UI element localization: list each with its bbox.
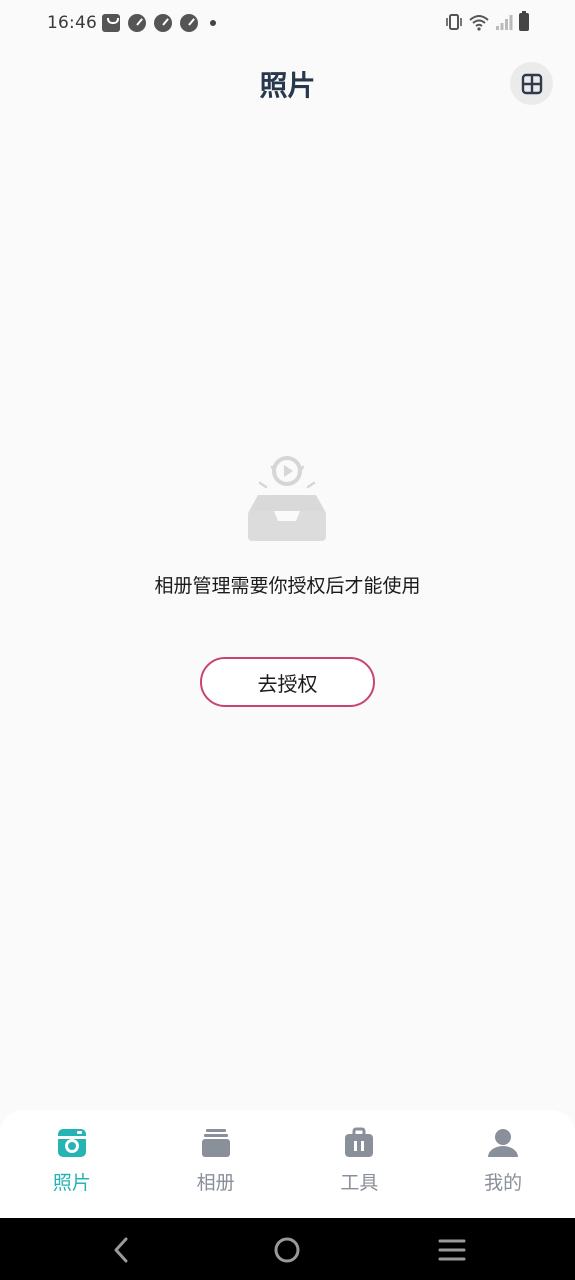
tab-photos[interactable]: 照片 (0, 1110, 144, 1218)
notification-icons (102, 14, 216, 32)
tab-albums[interactable]: 相册 (144, 1110, 288, 1218)
empty-state-message: 相册管理需要你授权后才能使用 (154, 575, 421, 597)
profile-icon (486, 1126, 520, 1160)
tab-label: 工具 (340, 1172, 379, 1194)
toolbox-icon (342, 1126, 376, 1160)
vibrate-icon (446, 14, 462, 30)
bag-icon (102, 14, 120, 32)
system-icons (445, 11, 529, 31)
signal-icon (496, 15, 513, 30)
camera-icon (55, 1126, 89, 1160)
status-bar: 16:46 (0, 0, 575, 48)
empty-tray-icon (246, 453, 328, 543)
authorize-button[interactable]: 去授权 (200, 657, 375, 707)
tab-tools[interactable]: 工具 (288, 1110, 432, 1218)
tab-label: 我的 (484, 1172, 523, 1194)
tab-profile[interactable]: 我的 (431, 1110, 575, 1218)
battery-icon (519, 11, 529, 31)
back-button[interactable] (107, 1235, 137, 1265)
tab-label: 相册 (196, 1172, 235, 1194)
wifi-icon (469, 15, 489, 31)
layout-toggle-button[interactable] (510, 62, 553, 105)
home-button[interactable] (272, 1235, 302, 1265)
back-icon (114, 1237, 128, 1263)
home-icon (274, 1237, 300, 1263)
status-time: 16:46 (47, 13, 97, 33)
grid-layout-icon (521, 73, 542, 94)
gauge-icon (128, 14, 146, 32)
system-nav-bar (0, 1218, 575, 1280)
gauge-icon (180, 14, 198, 32)
header: 照片 (0, 52, 575, 114)
bottom-tab-bar: 照片 相册 工具 我的 (0, 1110, 575, 1218)
gauge-icon (154, 14, 172, 32)
dot-icon (210, 20, 216, 26)
menu-icon (438, 1239, 466, 1261)
menu-button[interactable] (437, 1235, 467, 1265)
tab-label: 照片 (52, 1172, 91, 1194)
album-icon (199, 1126, 233, 1160)
page-title: 照片 (259, 69, 316, 102)
